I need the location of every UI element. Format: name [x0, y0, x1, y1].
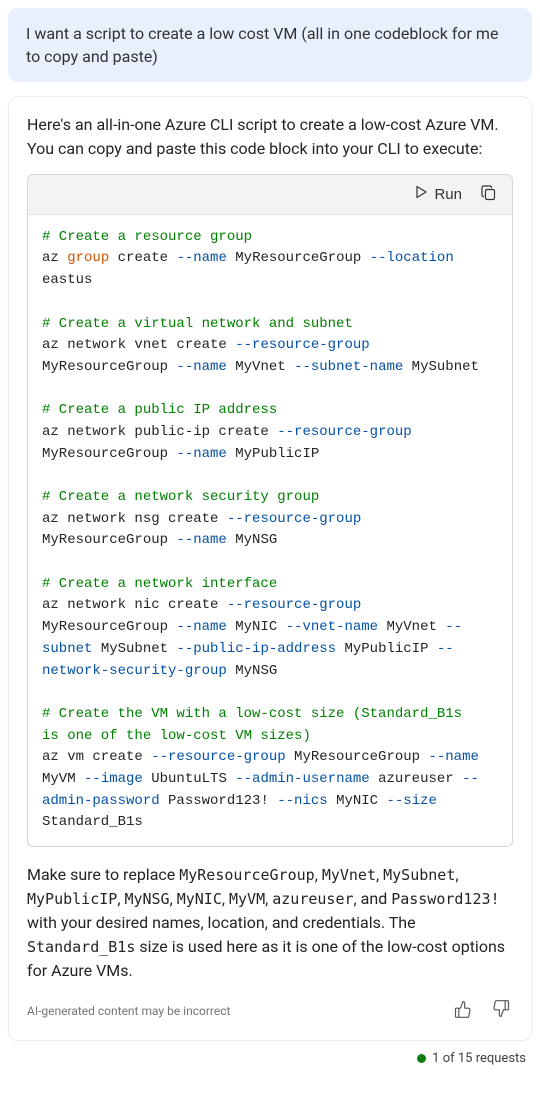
thumbs-up-icon	[453, 1007, 473, 1022]
thumbs-down-icon	[491, 1007, 511, 1022]
assistant-response-card: Here's an all-in-one Azure CLI script to…	[8, 96, 532, 1041]
thumbs-up-button[interactable]	[451, 997, 475, 1024]
status-dot-icon	[417, 1054, 426, 1063]
copy-button[interactable]	[478, 182, 500, 207]
requests-status: 1 of 15 requests	[8, 1051, 532, 1066]
requests-text: 1 of 15 requests	[432, 1051, 526, 1066]
run-label: Run	[434, 186, 462, 203]
disclaimer-text: AI-generated content may be incorrect	[27, 1004, 230, 1018]
thumbs-down-button[interactable]	[489, 997, 513, 1024]
feedback-buttons	[451, 997, 513, 1024]
copy-icon	[480, 190, 498, 205]
play-icon	[414, 185, 428, 203]
response-outro: Make sure to replace MyResourceGroup, My…	[27, 863, 513, 983]
response-intro: Here's an all-in-one Azure CLI script to…	[27, 113, 513, 159]
footer: AI-generated content may be incorrect	[27, 997, 513, 1024]
code-block: Run # Create a resource groupaz group cr…	[27, 174, 513, 847]
user-message: I want a script to create a low cost VM …	[8, 8, 532, 82]
code-content[interactable]: # Create a resource groupaz group create…	[28, 215, 512, 846]
run-button[interactable]: Run	[414, 185, 462, 203]
code-toolbar: Run	[28, 175, 512, 215]
